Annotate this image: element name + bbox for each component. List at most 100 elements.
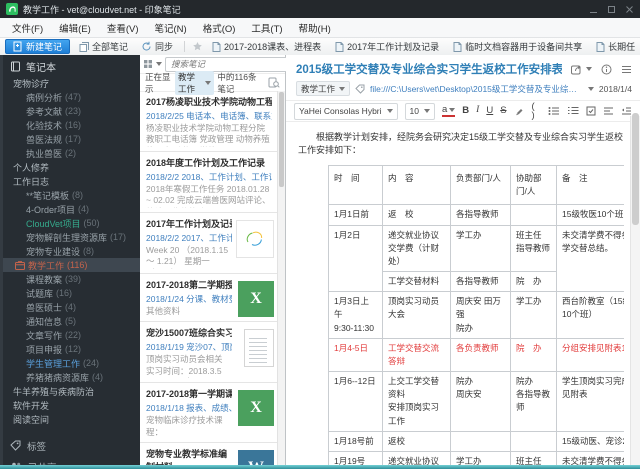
minimize-button[interactable]	[589, 5, 598, 14]
table-cell[interactable]: 院 办	[510, 271, 557, 293]
table-cell[interactable]: 院 办	[510, 337, 557, 373]
toolbar-shortcut[interactable]: 2017年工作计划及记录	[331, 39, 443, 54]
align-button[interactable]	[603, 106, 614, 116]
sidebar-notebook[interactable]: 文章写作 (22)	[3, 328, 143, 342]
info-icon[interactable]	[601, 64, 612, 75]
table-header-cell[interactable]: 负责部门/人	[450, 165, 511, 206]
table-cell[interactable]: 学工办	[450, 450, 511, 465]
tag-icon[interactable]	[355, 84, 365, 94]
note-list-item[interactable]: 2017年工作计划及记录 2018/2/2 2017、工作计划 Week 20 （2…	[140, 213, 278, 274]
table-header-cell[interactable]: 时 间	[328, 165, 383, 206]
sidebar-notebook[interactable]: 教学工作 (116)	[3, 258, 143, 272]
table-cell[interactable]: 学工办	[510, 291, 557, 339]
table-cell[interactable]: 递交就业协议 交学费（计财处）	[382, 450, 451, 465]
table-cell[interactable]: 学生顶岗实习完成内容见附表	[556, 371, 624, 432]
table-header-cell[interactable]: 备 注	[556, 165, 624, 206]
table-cell[interactable]	[450, 430, 511, 452]
bullet-list-button[interactable]	[548, 106, 560, 116]
font-color-button[interactable]: a	[441, 105, 456, 117]
note-list-item[interactable]: 2018年度工作计划及工作记录 2018/2/2 2018、工作计划、工作记录、工…	[140, 152, 278, 213]
table-cell[interactable]: 上交工学交替资料 安排顶岗实习工作	[382, 371, 451, 432]
sync-button[interactable]: 同步	[137, 40, 177, 53]
highlighter-button[interactable]	[514, 106, 525, 117]
table-header-cell[interactable]: 内 容	[382, 165, 451, 206]
editor-scrollbar-thumb[interactable]	[632, 113, 639, 225]
source-url-link[interactable]: file:///C:\Users\vet\Desktop\2015级工学交替及专…	[370, 83, 581, 95]
more-menu-icon[interactable]	[621, 65, 632, 74]
numbered-list-button[interactable]	[567, 106, 579, 116]
note-list-item[interactable]: 宠沙15007班综合实习&顶... 2018/1/19 宠沙07、顶岗...顶岗实…	[140, 322, 278, 384]
menu-item[interactable]: 编辑(E)	[51, 21, 99, 35]
maximize-button[interactable]	[607, 5, 616, 14]
checkbox-button[interactable]	[586, 106, 596, 116]
sidebar-notebook[interactable]: 宠物专业建设 (8)	[3, 244, 143, 258]
table-cell[interactable]: 周庆安 田万强 院办	[450, 291, 511, 339]
sidebar-notebook[interactable]: 化验技术 (16)	[3, 118, 143, 132]
sidebar-notebook[interactable]: 项目申报 (12)	[3, 342, 143, 356]
table-cell[interactable]: 院办 各指导教师	[510, 371, 557, 432]
sidebar-notebook[interactable]: 兽医法规 (17)	[3, 132, 143, 146]
sidebar-notebook[interactable]: 试题库 (16)	[3, 286, 143, 300]
sidebar-notebook[interactable]: 工作日志	[3, 174, 143, 188]
notebook-search-icon[interactable]	[268, 77, 280, 88]
note-list-item[interactable]: 2017-2018第二学期授课任... 2018/1/24 分课、教材登记其他资料…	[140, 274, 278, 323]
toolbar-shortcut[interactable]: 临时文档容器用于设备间共享	[449, 39, 586, 54]
table-cell[interactable]: 工学交替材料	[382, 271, 451, 293]
sidebar-notebook[interactable]: 个人修养	[3, 160, 143, 174]
sidebar-notebook[interactable]: 宠物诊疗	[3, 76, 143, 90]
close-button[interactable]	[625, 5, 634, 14]
table-cell[interactable]: 15级牧医10个班	[556, 204, 624, 226]
note-body[interactable]: 根据教学计划安排，经院务会研究决定15级工学交替及专业综合实习学生返校工作安排如…	[286, 122, 640, 465]
new-note-button[interactable]: 新建笔记	[5, 39, 71, 54]
table-cell[interactable]: 未交清学费不得参加工学交替总结。	[556, 224, 624, 293]
sidebar-notebook[interactable]: CloudVet项目 (50)	[3, 216, 143, 230]
table-cell[interactable]: 院办 周庆安	[450, 371, 511, 432]
table-cell[interactable]	[510, 430, 557, 452]
sidebar-notebook[interactable]: 参考文献 (23)	[3, 104, 143, 118]
sidebar-notebook[interactable]: 宠物解剖生理资源库 (17)	[3, 230, 143, 244]
table-header-cell[interactable]: 协助部门/人	[510, 165, 557, 206]
toolbar-shortcut[interactable]: 长期任务清单	[592, 39, 635, 54]
strikethrough-button[interactable]: S	[500, 106, 506, 116]
sidebar-notebook[interactable]: 软件开发	[3, 398, 143, 412]
table-cell[interactable]: 工学交替交流答辩	[382, 337, 451, 373]
italic-button[interactable]: I	[476, 106, 479, 116]
table-cell[interactable]: 1月3日上午 9:30-11:30	[328, 291, 383, 339]
sidebar-notebook[interactable]: 执业兽医 (2)	[3, 146, 143, 160]
font-family-select[interactable]: YaHei Consolas Hybri	[294, 102, 398, 120]
notebooks-header[interactable]: 笔记本	[3, 57, 143, 76]
table-cell[interactable]: 学工办	[450, 224, 511, 273]
table-cell[interactable]: 分组安排见附表1	[556, 337, 624, 373]
note-title[interactable]: 2015级工学交替及专业综合实习学生返校工作安排表	[296, 61, 562, 77]
sidebar-notebook[interactable]: 病例分析 (47)	[3, 90, 143, 104]
bold-button[interactable]: B	[462, 106, 469, 116]
table-cell[interactable]: 顶岗实习动员大会	[382, 291, 451, 339]
sidebar-notebook[interactable]: 牛羊养殖与疾病防治	[3, 384, 143, 398]
search-input[interactable]	[169, 58, 285, 70]
sidebar-notebook[interactable]: 4-Order项目 (4)	[3, 202, 143, 216]
note-list-item[interactable]: 2017-2018第一学期课程成... 2018/1/18 报表、成绩、宠...宠…	[140, 383, 278, 444]
table-cell[interactable]: 1月19号	[328, 450, 383, 465]
table-cell[interactable]: 班主任 指导教师	[510, 450, 557, 465]
sidebar-notebook[interactable]: 阅读空间	[3, 412, 143, 426]
table-cell[interactable]: 15级动医、宠诊2个班	[556, 430, 624, 452]
note-list-scrollbar[interactable]	[277, 91, 285, 465]
table-cell[interactable]: 西台阶教室（15级牧医10个班）	[556, 291, 624, 339]
share-icon[interactable]	[571, 64, 592, 75]
table-cell[interactable]: 各指导教师	[450, 204, 511, 226]
menu-item[interactable]: 帮助(H)	[291, 21, 339, 35]
view-options-button[interactable]	[143, 59, 162, 69]
sidebar-item-shared[interactable]: 已共享	[3, 456, 143, 465]
note-intro-text[interactable]: 根据教学计划安排，经院务会研究决定15级工学交替及专业综合实习学生返校工作安排如…	[298, 130, 624, 156]
table-cell[interactable]: 1月2日	[328, 224, 383, 293]
menu-item[interactable]: 笔记(N)	[146, 21, 194, 35]
schedule-table[interactable]: 时 间内 容负责部门/人 协助部门/人备 注 1月1日前返 校各指导教师 15级牧医1…	[328, 165, 624, 465]
code-block-button[interactable]: ( )	[532, 101, 535, 121]
underline-button[interactable]: U	[486, 106, 493, 116]
sidebar-notebook[interactable]: 通知信息 (5)	[3, 314, 143, 328]
table-cell[interactable]: 1月6--12日	[328, 371, 383, 432]
note-list-item[interactable]: 宠物专业教学标准编制材料2018/1/16 ...9 附件 1.8 MBW	[140, 443, 278, 465]
menu-item[interactable]: 查看(V)	[99, 21, 147, 35]
menu-item[interactable]: 格式(O)	[195, 21, 244, 35]
table-cell[interactable]: 未交清学费不得参加综合实习总结。	[556, 450, 624, 465]
